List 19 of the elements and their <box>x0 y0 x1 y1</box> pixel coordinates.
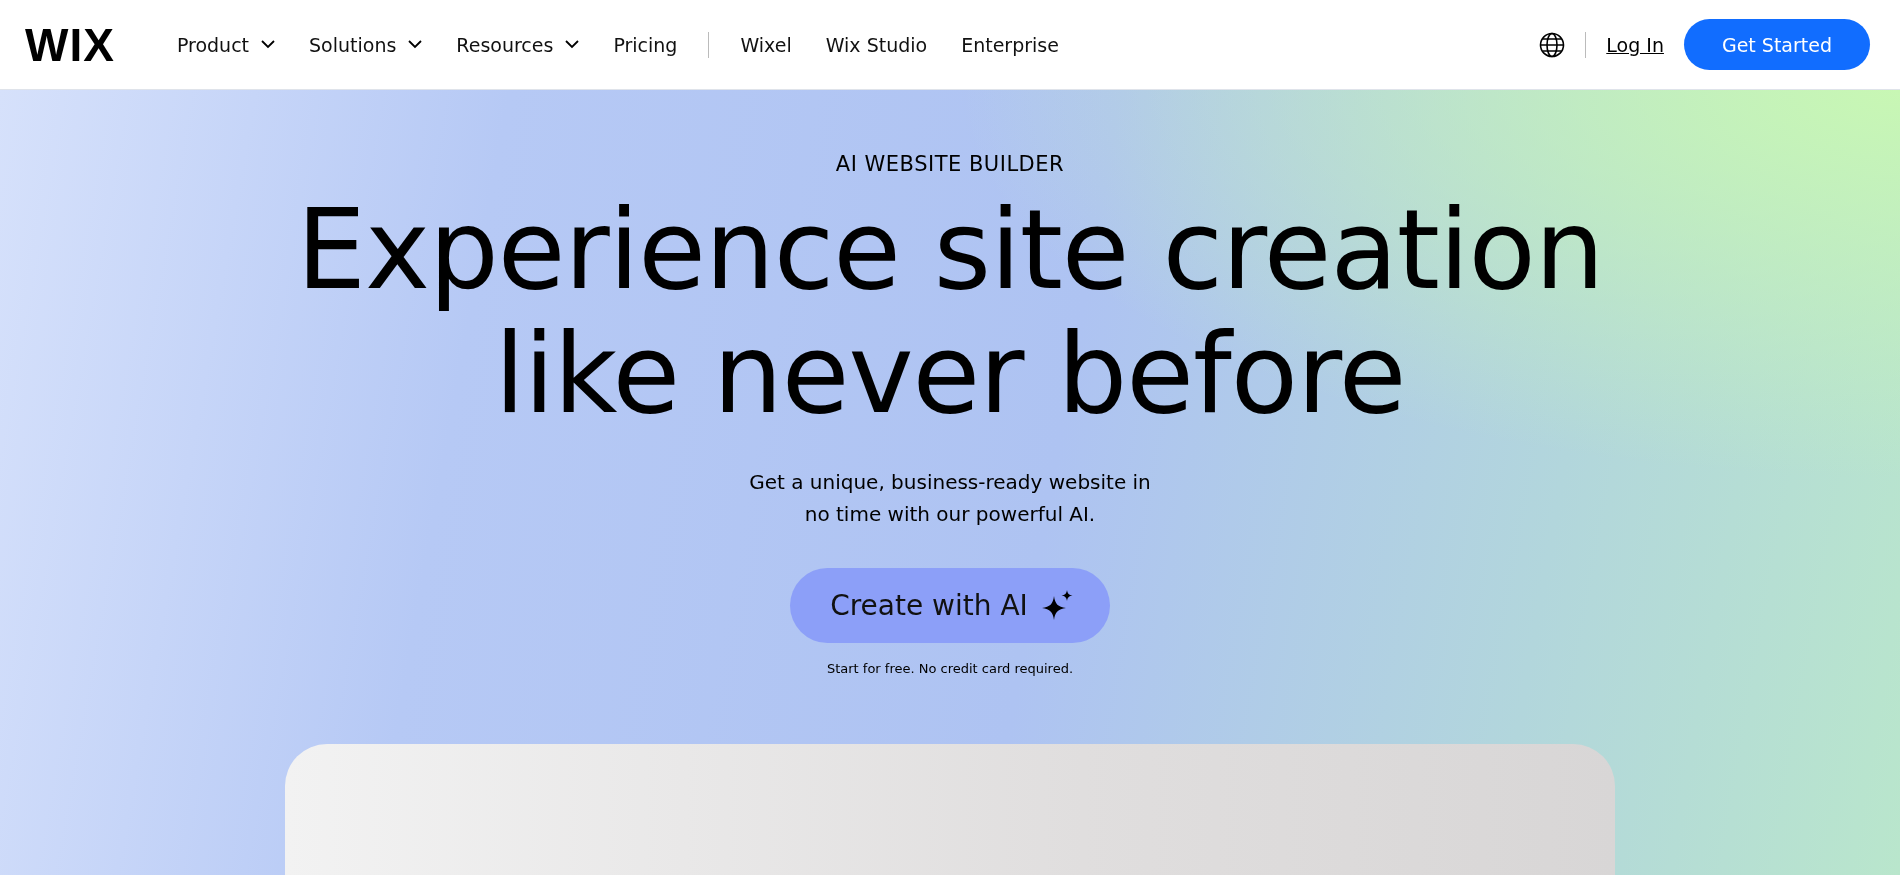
nav-link[interactable]: Wixel <box>723 33 809 56</box>
nav-link[interactable]: Resources <box>439 33 597 56</box>
get-started-button[interactable]: Get Started <box>1683 19 1870 70</box>
free-note: Start for free. No credit card required. <box>826 661 1074 676</box>
chevron-down-icon <box>565 40 580 49</box>
nav-link[interactable]: Enterprise <box>944 33 1076 56</box>
nav-link[interactable]: Wix Studio <box>808 33 945 56</box>
nav-link[interactable]: Product <box>159 33 293 56</box>
wix-logo[interactable]: WIX <box>25 17 115 72</box>
globe-icon[interactable] <box>1539 31 1566 58</box>
login-link[interactable]: Log In <box>1606 33 1664 56</box>
nav-link[interactable]: Pricing <box>596 33 695 56</box>
chevron-down-icon <box>261 40 276 49</box>
hero-headline: Experience site creation like never before <box>296 188 1604 436</box>
hero-subtitle: Get a unique, business-ready website in no time with our powerful AI. <box>749 469 1151 528</box>
chevron-down-icon <box>408 40 423 49</box>
eyebrow-label: AI WEBSITE BUILDER <box>835 152 1065 176</box>
nav-link[interactable]: Solutions <box>292 33 440 56</box>
create-with-ai-button[interactable]: Create with AI <box>790 568 1110 643</box>
